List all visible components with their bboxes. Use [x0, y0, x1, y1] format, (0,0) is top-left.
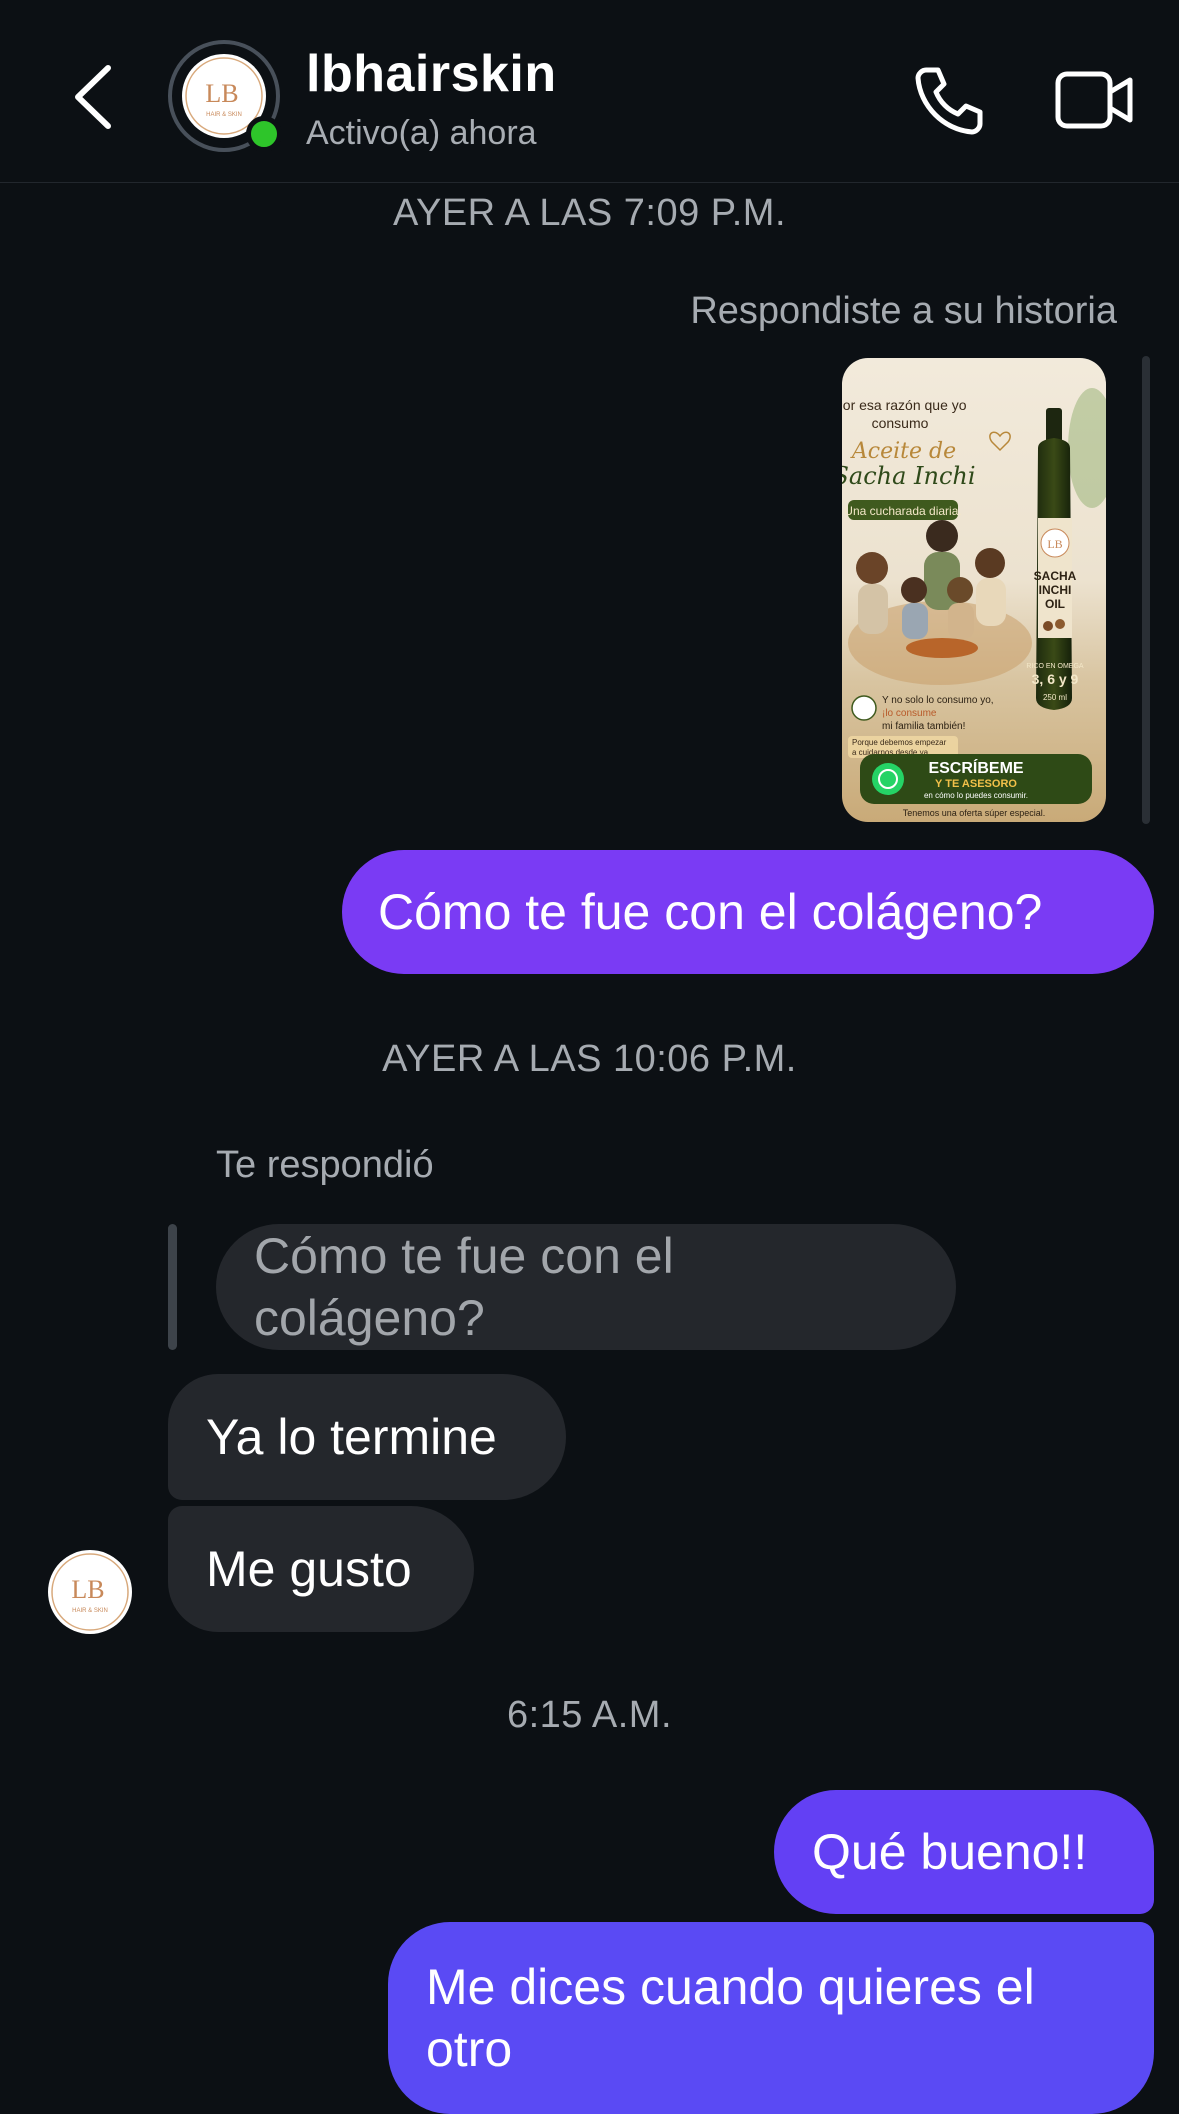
svg-text:Y no solo lo consumo yo,: Y no solo lo consumo yo,	[882, 695, 994, 706]
incoming-message[interactable]: Ya lo termine	[168, 1374, 566, 1500]
svg-text:ESCRÍBEME: ESCRÍBEME	[928, 758, 1023, 777]
svg-text:RICO EN OMEGA: RICO EN OMEGA	[1026, 663, 1084, 670]
svg-text:Una cucharada diaria.: Una cucharada diaria.	[844, 504, 961, 518]
svg-text:Porque debemos empezar: Porque debemos empezar	[852, 738, 947, 747]
contact-name[interactable]: lbhairskin	[306, 44, 557, 104]
message-text: Ya lo termine	[206, 1409, 497, 1465]
chat-header: LB HAIR & SKIN lbhairskin Activo(a) ahor…	[0, 0, 1179, 183]
replied-label: Te respondió	[216, 1144, 434, 1186]
timestamp: AYER A LAS 7:09 P.M.	[392, 192, 787, 234]
outgoing-message[interactable]: Cómo te fue con el colágeno?	[342, 850, 1154, 974]
svg-text:Sacha Inchi: Sacha Inchi	[842, 462, 976, 490]
message-text: Me dices cuando quieres el otro	[426, 1959, 1035, 2077]
svg-text:HAIR & SKIN: HAIR & SKIN	[72, 1608, 108, 1614]
outgoing-message[interactable]: Qué bueno!!	[774, 1790, 1154, 1914]
svg-text:250 ml: 250 ml	[1043, 693, 1067, 702]
outgoing-message[interactable]: Me dices cuando quieres el otro	[388, 1922, 1154, 2114]
contact-status: Activo(a) ahora	[306, 114, 537, 152]
phone-icon[interactable]	[912, 62, 988, 138]
timestamp: AYER A LAS 10:06 P.M.	[382, 1038, 797, 1080]
back-chevron-icon[interactable]	[66, 62, 126, 132]
message-text: Cómo te fue con el colágeno?	[378, 884, 1043, 940]
svg-text:mi familia también!: mi familia también!	[882, 721, 965, 732]
svg-text:consumo: consumo	[872, 415, 929, 431]
svg-text:Por esa razón que yo: Por esa razón que yo	[842, 397, 967, 413]
svg-text:HAIR & SKIN: HAIR & SKIN	[206, 112, 242, 118]
message-text: Me gusto	[206, 1541, 412, 1597]
incoming-message[interactable]: Me gusto	[168, 1506, 474, 1632]
message-text: Qué bueno!!	[812, 1824, 1088, 1880]
quoted-text: Cómo te fue con el colágeno?	[254, 1228, 674, 1346]
online-indicator	[246, 116, 282, 152]
story-reply-label: Respondiste a su historia	[690, 290, 1117, 332]
story-image: Por esa razón que yo consumo Aceite de S…	[842, 388, 1106, 818]
svg-text:OIL: OIL	[1045, 597, 1065, 611]
timestamp: 6:15 A.M.	[506, 1694, 673, 1736]
svg-text:3, 6 y 9: 3, 6 y 9	[1032, 671, 1079, 687]
reply-indicator-bar	[168, 1224, 177, 1350]
svg-text:SACHA: SACHA	[1034, 569, 1077, 583]
quoted-message[interactable]: Cómo te fue con el colágeno?	[216, 1224, 956, 1350]
brand-logo-icon: LB HAIR & SKIN	[51, 1553, 129, 1631]
svg-text:LB: LB	[205, 79, 238, 108]
contact-avatar-small[interactable]: LB HAIR & SKIN	[48, 1550, 132, 1634]
svg-text:Tenemos una oferta súper espec: Tenemos una oferta súper especial.	[903, 808, 1046, 818]
svg-text:LB: LB	[71, 1575, 104, 1604]
svg-text:Aceite de: Aceite de	[850, 439, 956, 464]
video-camera-icon[interactable]	[1054, 68, 1134, 132]
story-thumbnail[interactable]: Por esa razón que yo consumo Aceite de S…	[842, 358, 1106, 822]
svg-text:en cómo lo puedes consumir.: en cómo lo puedes consumir.	[924, 791, 1028, 800]
svg-text:LB: LB	[1047, 537, 1062, 551]
story-scrollbar	[1142, 356, 1150, 824]
svg-text:Y TE ASESORO: Y TE ASESORO	[935, 778, 1017, 790]
svg-text:¡lo consume: ¡lo consume	[882, 708, 937, 719]
svg-text:INCHI: INCHI	[1039, 583, 1072, 597]
